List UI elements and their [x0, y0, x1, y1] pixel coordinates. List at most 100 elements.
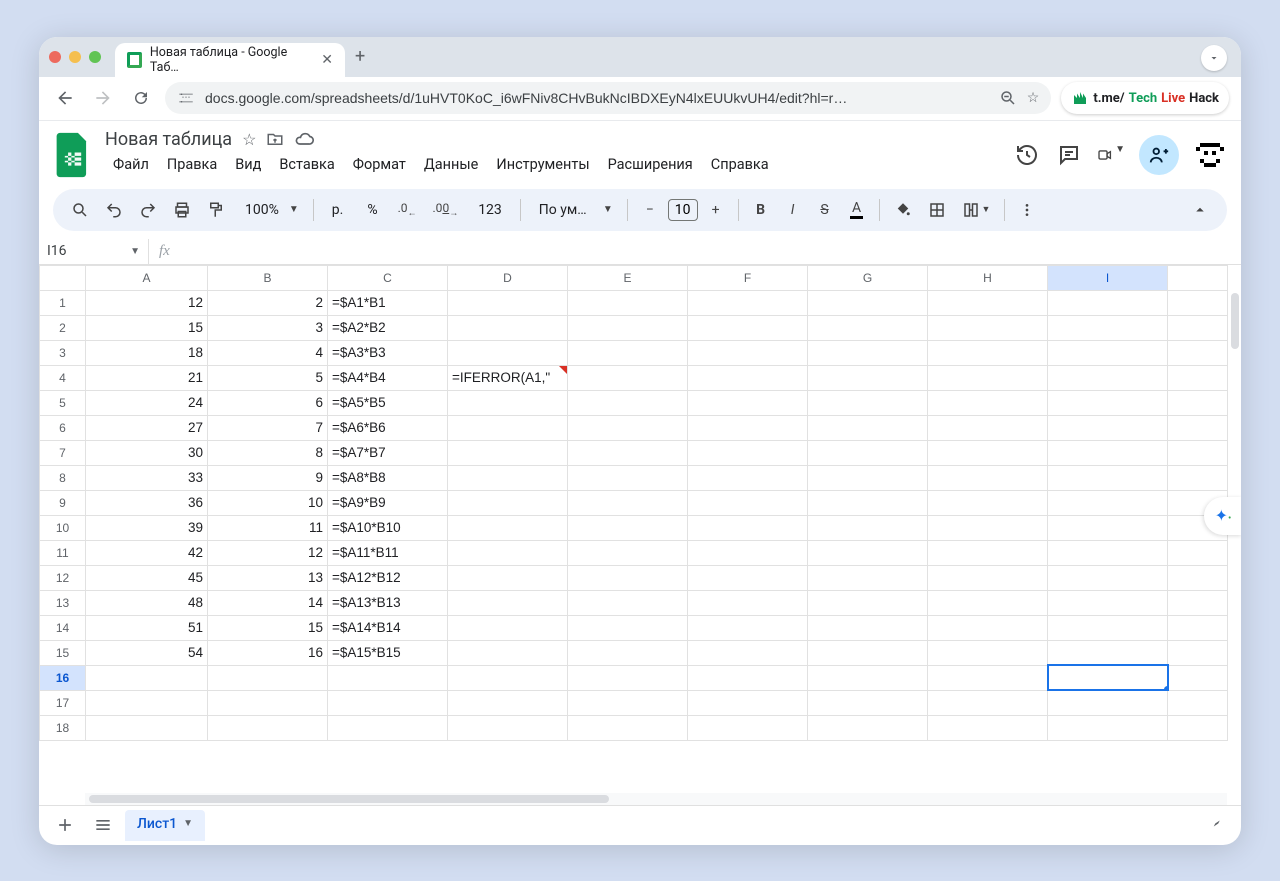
cell-C8[interactable]: =$A8*B8	[328, 465, 448, 490]
decrease-decimal-button[interactable]: .0←	[392, 195, 423, 224]
cell-G18[interactable]	[808, 715, 928, 740]
cell-D11[interactable]	[448, 540, 568, 565]
col-header-C[interactable]: C	[328, 265, 448, 290]
cell-C4[interactable]: =$A4*B4	[328, 365, 448, 390]
cell-A6[interactable]: 27	[86, 415, 208, 440]
search-menu-icon[interactable]	[65, 195, 95, 225]
cell-C12[interactable]: =$A12*B12	[328, 565, 448, 590]
cell-D14[interactable]	[448, 615, 568, 640]
browser-tab[interactable]: Новая таблица - Google Таб… ✕	[115, 43, 345, 77]
redo-button[interactable]	[133, 195, 163, 225]
font-size-input[interactable]: 10	[668, 199, 698, 221]
font-dropdown[interactable]: По ум…▼	[529, 196, 619, 224]
cell-B18[interactable]	[208, 715, 328, 740]
cell-H8[interactable]	[928, 465, 1048, 490]
select-all-corner[interactable]	[40, 265, 86, 290]
cell-H11[interactable]	[928, 540, 1048, 565]
cell-E8[interactable]	[568, 465, 688, 490]
cell-A13[interactable]: 48	[86, 590, 208, 615]
italic-button[interactable]: I	[779, 196, 807, 224]
cell-I7[interactable]	[1048, 440, 1168, 465]
close-tab-button[interactable]: ✕	[321, 52, 333, 68]
cell-F10[interactable]	[688, 515, 808, 540]
name-box[interactable]: I16 ▼	[39, 239, 149, 264]
side-panel-toggle[interactable]: ✦•	[1204, 497, 1241, 535]
row-header-5[interactable]: 5	[40, 390, 86, 415]
strikethrough-button[interactable]: S	[811, 196, 839, 224]
cell-C7[interactable]: =$A7*B7	[328, 440, 448, 465]
cell-A16[interactable]	[86, 665, 208, 690]
col-header-D[interactable]: D	[448, 265, 568, 290]
cell-I1[interactable]	[1048, 290, 1168, 315]
cell-F5[interactable]	[688, 390, 808, 415]
fill-color-button[interactable]	[888, 195, 918, 225]
cell-E10[interactable]	[568, 515, 688, 540]
cell-F4[interactable]	[688, 365, 808, 390]
borders-button[interactable]	[922, 195, 952, 225]
cell-I11[interactable]	[1048, 540, 1168, 565]
cell-I4[interactable]	[1048, 365, 1168, 390]
cell-B8[interactable]: 9	[208, 465, 328, 490]
cell-D18[interactable]	[448, 715, 568, 740]
explore-button[interactable]	[1201, 810, 1231, 840]
cell-F8[interactable]	[688, 465, 808, 490]
cell-F15[interactable]	[688, 640, 808, 665]
undo-button[interactable]	[99, 195, 129, 225]
col-header-H[interactable]: H	[928, 265, 1048, 290]
cell-G5[interactable]	[808, 390, 928, 415]
cell-B15[interactable]: 16	[208, 640, 328, 665]
share-button[interactable]	[1139, 135, 1179, 175]
tab-list-button[interactable]	[1201, 45, 1227, 71]
cell-E17[interactable]	[568, 690, 688, 715]
cell-H4[interactable]	[928, 365, 1048, 390]
cell-H3[interactable]	[928, 340, 1048, 365]
menu-расширения[interactable]: Расширения	[600, 152, 701, 177]
cell-H5[interactable]	[928, 390, 1048, 415]
cell-C13[interactable]: =$A13*B13	[328, 590, 448, 615]
cell-D2[interactable]	[448, 315, 568, 340]
cell-I9[interactable]	[1048, 490, 1168, 515]
cell-G9[interactable]	[808, 490, 928, 515]
cell-A2[interactable]: 15	[86, 315, 208, 340]
cell-B3[interactable]: 4	[208, 340, 328, 365]
col-header-F[interactable]: F	[688, 265, 808, 290]
cell-C1[interactable]: =$A1*B1	[328, 290, 448, 315]
cell-E15[interactable]	[568, 640, 688, 665]
cell-I12[interactable]	[1048, 565, 1168, 590]
cell-B10[interactable]: 11	[208, 515, 328, 540]
cell-B16[interactable]	[208, 665, 328, 690]
cell-I2[interactable]	[1048, 315, 1168, 340]
merge-cells-button[interactable]: ▼	[956, 195, 997, 225]
cell-C18[interactable]	[328, 715, 448, 740]
bold-button[interactable]: B	[747, 196, 775, 224]
cell-G14[interactable]	[808, 615, 928, 640]
row-header-15[interactable]: 15	[40, 640, 86, 665]
comments-icon[interactable]	[1055, 143, 1083, 167]
cell-C3[interactable]: =$A3*B3	[328, 340, 448, 365]
cell-E18[interactable]	[568, 715, 688, 740]
cloud-status-icon[interactable]	[294, 129, 314, 149]
cell-E4[interactable]	[568, 365, 688, 390]
cell-A17[interactable]	[86, 690, 208, 715]
minimize-window-button[interactable]	[69, 51, 81, 63]
row-header-4[interactable]: 4	[40, 365, 86, 390]
cell-D5[interactable]	[448, 390, 568, 415]
cell-B14[interactable]: 15	[208, 615, 328, 640]
menu-вид[interactable]: Вид	[227, 152, 269, 177]
cell-B7[interactable]: 8	[208, 440, 328, 465]
cell-C17[interactable]	[328, 690, 448, 715]
cell-D3[interactable]	[448, 340, 568, 365]
cell-I15[interactable]	[1048, 640, 1168, 665]
cell-G16[interactable]	[808, 665, 928, 690]
cell-D10[interactable]	[448, 515, 568, 540]
doc-title[interactable]: Новая таблица	[105, 129, 232, 150]
star-icon[interactable]: ☆	[242, 130, 256, 149]
cell-H14[interactable]	[928, 615, 1048, 640]
cell-F2[interactable]	[688, 315, 808, 340]
col-header-E[interactable]: E	[568, 265, 688, 290]
cell-A8[interactable]: 33	[86, 465, 208, 490]
menu-вставка[interactable]: Вставка	[271, 152, 342, 177]
row-header-12[interactable]: 12	[40, 565, 86, 590]
maximize-window-button[interactable]	[89, 51, 101, 63]
cell-G3[interactable]	[808, 340, 928, 365]
